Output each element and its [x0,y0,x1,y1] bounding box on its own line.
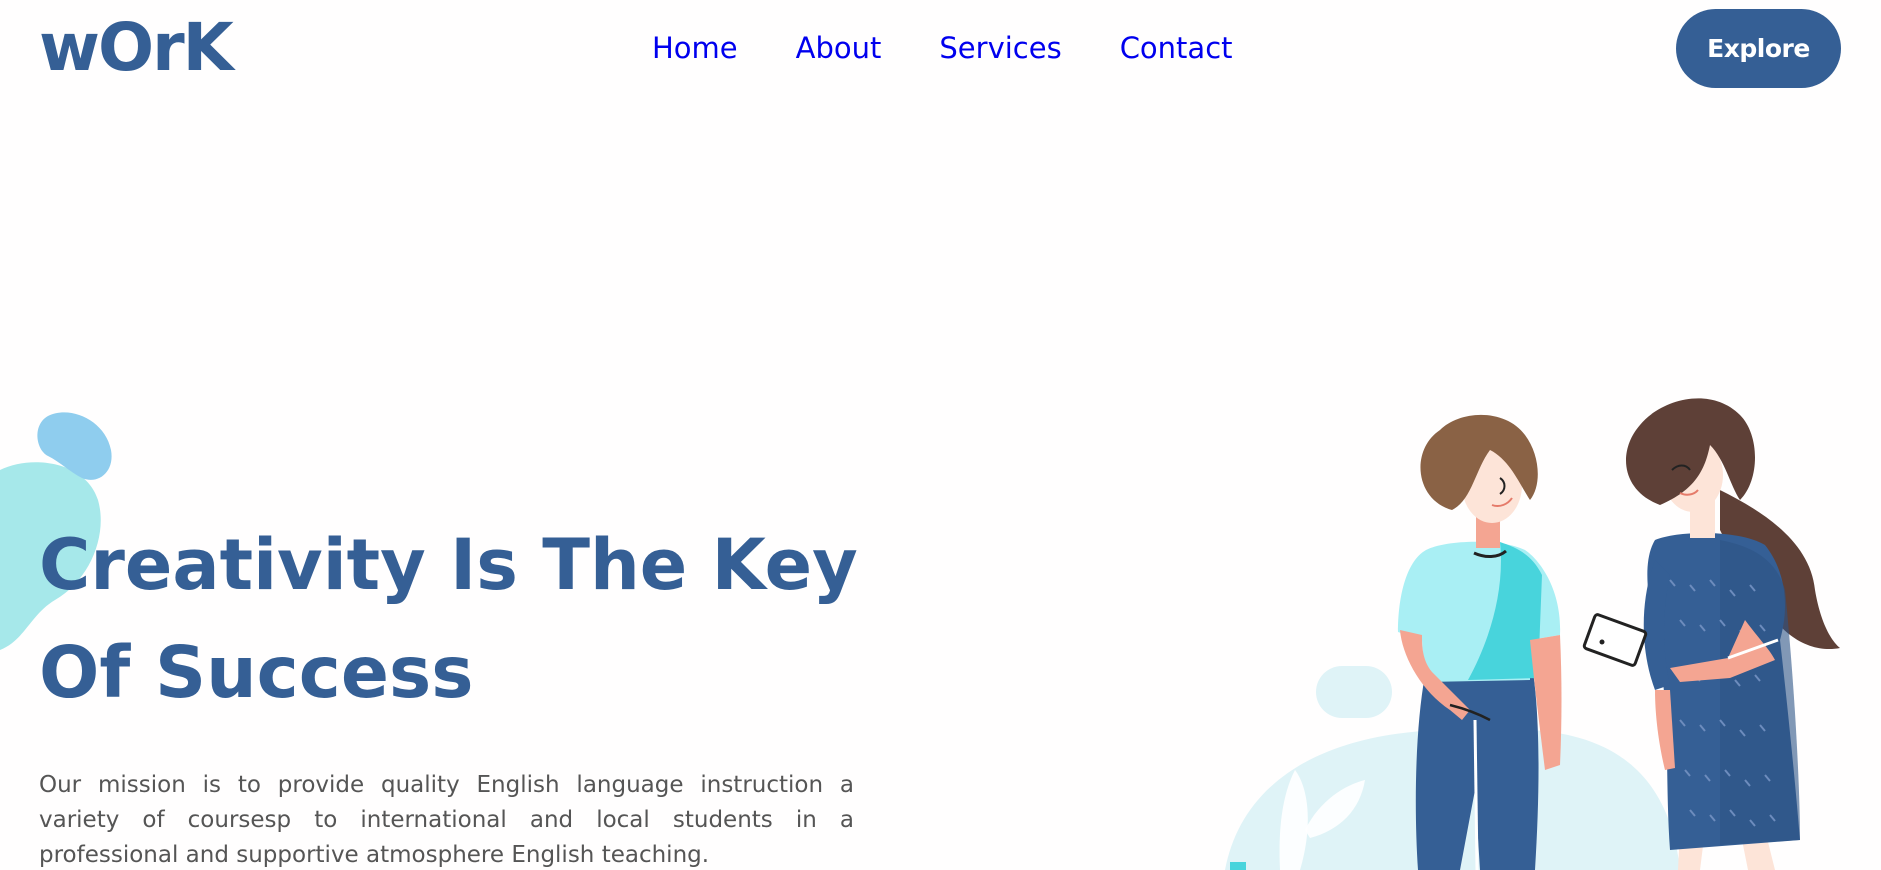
bg-pill [1316,666,1392,718]
explore-button[interactable]: Explore [1676,9,1841,88]
hero-title-line1: Creativity Is The Key [39,524,858,606]
woman-left [1398,414,1562,870]
page: wOrK Home About Services Contact Explore… [0,0,1881,870]
nav-contact[interactable]: Contact [1120,28,1233,68]
nav-services[interactable]: Services [939,28,1061,68]
hero-description: Our mission is to provide quality Englis… [39,772,854,868]
two-women-illustration [1225,398,1840,870]
nav-about[interactable]: About [796,28,882,68]
hero-title-line2: Of Success [39,631,474,714]
nav-home[interactable]: Home [652,28,738,68]
main-nav: Home About Services Contact [652,28,1291,68]
logo[interactable]: wOrK [39,8,234,88]
bg-teal-mark [1230,862,1246,870]
hero-title: Creativity Is The Key Of Success [39,512,858,726]
phone [1582,613,1648,667]
